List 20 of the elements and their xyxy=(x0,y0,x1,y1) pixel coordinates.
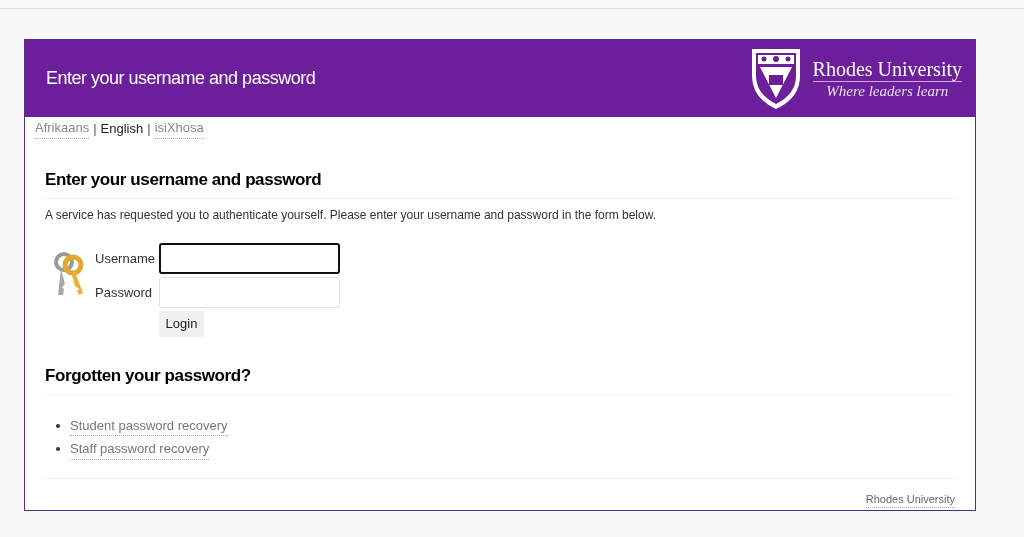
bullet-icon xyxy=(56,423,60,428)
recovery-link[interactable]: Student password recovery xyxy=(70,415,228,436)
field-label: Username xyxy=(95,249,155,268)
section-heading: Enter your username and password xyxy=(45,166,955,199)
recovery-link[interactable]: Staff password recovery xyxy=(70,439,210,460)
input-field[interactable] xyxy=(159,243,340,274)
login-button[interactable]: Login xyxy=(159,311,204,337)
section-heading: Forgotten your password? xyxy=(45,363,955,396)
separator: | xyxy=(147,119,151,138)
bullet-icon xyxy=(56,447,60,452)
language-link[interactable]: isiXhosa xyxy=(154,118,204,139)
language-link[interactable]: English xyxy=(100,118,144,138)
header-title: Enter your username and password xyxy=(46,67,316,90)
footer-text: Rhodes University xyxy=(865,490,955,508)
field-label: Password xyxy=(95,283,154,302)
intro-text: A service has requested you to authenticate yourself. Please enter your username and password in the form below. xyxy=(45,207,657,224)
language-link[interactable]: Afrikaans xyxy=(35,118,90,139)
separator: | xyxy=(93,119,97,138)
logo-tagline: Where leaders learn xyxy=(826,81,949,100)
logo-name: Rhodes University xyxy=(812,57,962,82)
